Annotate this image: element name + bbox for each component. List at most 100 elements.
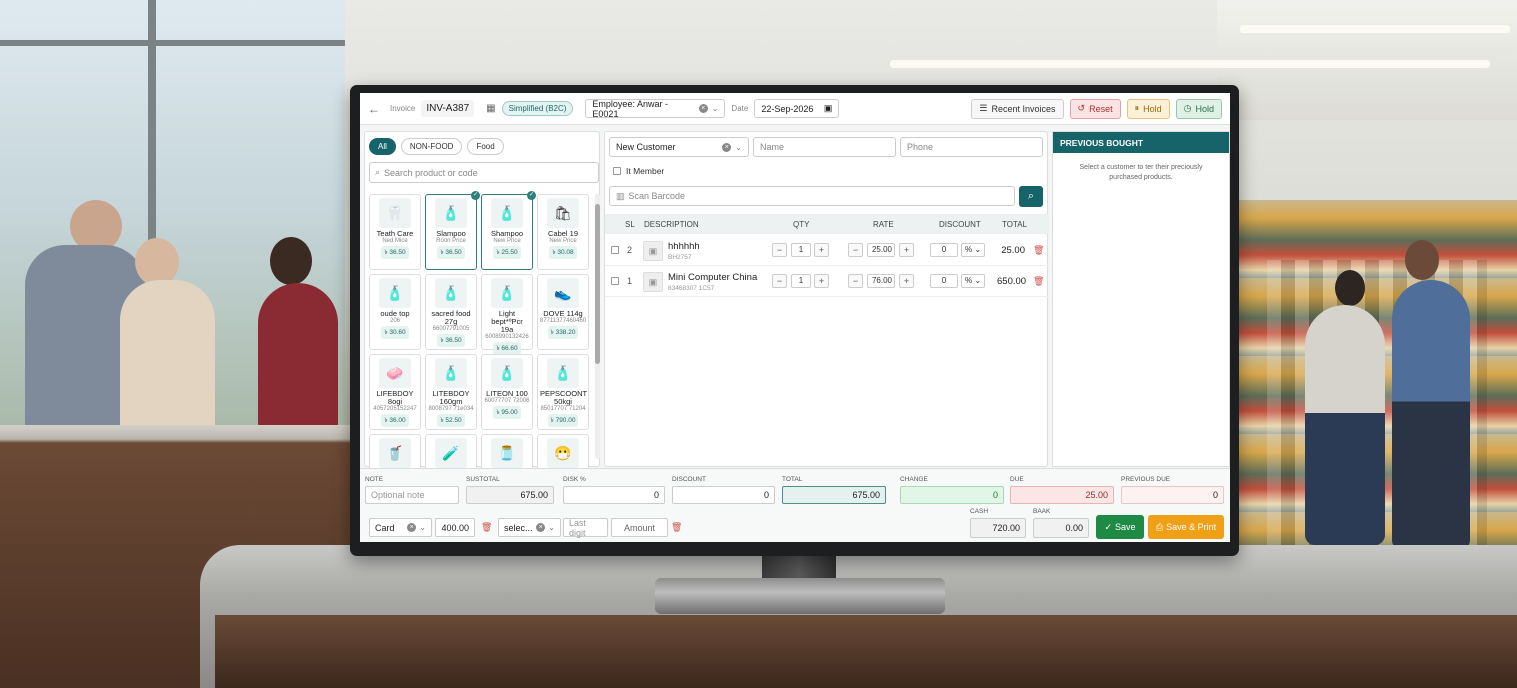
pause-icon: ⏸: [1134, 103, 1140, 113]
row-checkbox[interactable]: [611, 277, 619, 285]
product-card[interactable]: 🛍 Cabel 19 New Price ৳ 30.08: [537, 194, 589, 270]
cart-table-header: SL DESCRIPTION QTY RATE DISCOUNT TOTAL: [605, 214, 1049, 234]
date-value: 22-Sep-2026: [761, 103, 814, 114]
payment-method-value: Card: [375, 522, 395, 533]
reset-icon: ↺: [1077, 103, 1086, 113]
product-scrollbar[interactable]: [595, 194, 600, 459]
save-print-button[interactable]: ⎙ Save & Print: [1148, 515, 1224, 539]
note-input[interactable]: Optional note: [365, 486, 459, 504]
product-subtext: Ned Mice: [382, 238, 408, 244]
qty-minus-button[interactable]: −: [772, 243, 787, 257]
product-card[interactable]: 🦷 Teath Care Ned Mice ৳ 36.50: [369, 194, 421, 270]
discount-percent-input[interactable]: 0: [563, 486, 665, 504]
product-subtext: 60077707 72006: [484, 398, 530, 404]
hold-button[interactable]: ⏸ Hold: [1126, 98, 1170, 119]
product-card[interactable]: 🧴 sacred food 27g 66007791005 ৳ 36.50: [425, 274, 477, 350]
rate-minus-button[interactable]: −: [848, 243, 863, 257]
product-name: LIFEBDOY 8ogi: [376, 389, 414, 406]
printer-icon: ⎙: [1155, 521, 1164, 532]
rate-plus-button[interactable]: +: [899, 243, 914, 257]
product-name: LITEBDOY 160gm: [432, 389, 470, 406]
summary-bar: NOTE Optional note SUSTOTAL 675.00 DISK …: [360, 468, 1230, 542]
row-checkbox[interactable]: [611, 246, 619, 254]
last-digit-input[interactable]: Last digit: [563, 518, 608, 538]
table-row: 1 ▣ Mini Computer China 83468307 1C57−1 + −76…: [605, 267, 1049, 297]
product-name: Teath Care: [376, 229, 414, 238]
calendar-icon[interactable]: ▣: [824, 103, 833, 114]
tooth-icon: 🦷: [379, 198, 411, 228]
discount-input[interactable]: 0: [672, 486, 775, 504]
rate-minus-button[interactable]: −: [848, 274, 863, 288]
trash-icon[interactable]: 🗑: [671, 522, 682, 533]
back-arrow-icon[interactable]: ←: [368, 102, 384, 116]
row-product-name: hhhhhh: [668, 241, 700, 252]
product-card[interactable]: 🧼 LIFEBDOY 8ogi 4057205152247 ৳ 36.00: [369, 354, 421, 430]
qty-plus-button[interactable]: +: [814, 274, 829, 288]
bottle-icon: 🧴: [435, 198, 467, 228]
save-button[interactable]: ✓ Save: [1096, 515, 1144, 539]
product-card[interactable]: 🧴 LITEBDOY 160gm 8008797 71e034 ৳ 52.50: [425, 354, 477, 430]
product-card[interactable]: 🧴 Light bept*ºPcr 19a 6008990132426 ৳ 66.60: [481, 274, 533, 355]
search-placeholder: Search product or code: [384, 167, 478, 178]
trash-icon[interactable]: 🗑: [1033, 276, 1044, 287]
customer-name-input[interactable]: Name: [753, 137, 896, 157]
trash-icon[interactable]: 🗑: [481, 522, 492, 533]
clear-icon[interactable]: ×: [536, 523, 546, 532]
name-placeholder: Name: [760, 142, 785, 152]
member-checkbox[interactable]: [613, 167, 621, 175]
product-name: Shampoo: [490, 229, 524, 238]
invoice-mode-badge[interactable]: Simplified (B2C): [501, 101, 574, 116]
discount-type-select[interactable]: % ⌄: [961, 274, 985, 288]
customer-phone-input[interactable]: Phone: [900, 137, 1043, 157]
category-tabs: All NON-FOOD Food: [369, 138, 504, 155]
rate-plus-button[interactable]: +: [899, 274, 914, 288]
amount-input[interactable]: Amount: [611, 518, 668, 537]
barcode-input[interactable]: ▥ Scan Barcode: [609, 186, 1015, 206]
reset-button[interactable]: ↺ Reset: [1069, 98, 1121, 119]
clear-icon[interactable]: ×: [407, 523, 417, 532]
previous-bought-panel: PREVIOUS BOUGHT Select a customer to ter…: [1052, 131, 1230, 467]
product-name: Slampoo: [436, 229, 466, 238]
product-card[interactable]: ✓ 🧴 Shampoo New Price ৳ 25.50: [481, 191, 536, 270]
payment-amount-input[interactable]: 400.00: [435, 518, 475, 537]
payment-method-select-2[interactable]: selec... × ⌄: [498, 518, 561, 537]
employee-select[interactable]: Employee: Anwar - E0021 × ⌄: [585, 99, 726, 119]
product-name: sacred food 27g: [431, 309, 471, 326]
shopper-head: [135, 238, 179, 286]
product-search-input[interactable]: ⌕ Search product or code: [369, 162, 599, 183]
check-icon: ✓: [1104, 521, 1113, 532]
payment-method-select[interactable]: Card × ⌄: [369, 518, 432, 537]
rate-input[interactable]: 25.00: [867, 243, 895, 257]
member-checkbox-row[interactable]: It Member: [613, 166, 664, 176]
tab-all[interactable]: All: [369, 138, 396, 155]
row-sl: 1: [627, 276, 633, 286]
row-discount-input[interactable]: 0: [930, 274, 958, 288]
rate-input[interactable]: 76.00: [867, 274, 895, 288]
row-discount-input[interactable]: 0: [930, 243, 958, 257]
customer-select[interactable]: New Customer × ⌄: [609, 137, 749, 157]
product-card[interactable]: 🧴 PEPSCOONT 50kgi 85017707 71204 ৳ 790.00: [537, 354, 589, 430]
clear-icon[interactable]: ×: [722, 142, 732, 152]
qty-plus-button[interactable]: +: [814, 243, 829, 257]
barcode-search-button[interactable]: ⌕: [1019, 186, 1043, 207]
discount-type-select[interactable]: % ⌄: [961, 243, 985, 257]
product-card[interactable]: ✓ 🧴 Slampoo Roon Price ৳ 36.50: [425, 191, 480, 270]
recent-invoices-label: Recent Invoices: [991, 103, 1056, 114]
bottle-icon: 🧴: [379, 278, 411, 308]
date-input[interactable]: 22-Sep-2026 ▣: [754, 99, 840, 118]
tab-non-food[interactable]: NON-FOOD: [400, 138, 463, 155]
product-card[interactable]: 👟 DOVE 114g 87711377460460 ৳ 338.20: [537, 274, 589, 350]
tab-food[interactable]: Food: [467, 138, 504, 155]
qty-input[interactable]: 1: [791, 243, 811, 257]
recent-invoices-button[interactable]: ☰ Recent Invoices: [971, 98, 1064, 119]
product-card[interactable]: 🧴 oude top 206 ৳ 30.60: [369, 274, 421, 350]
row-product-code: 83468307 1C57: [668, 285, 715, 292]
qty-input[interactable]: 1: [791, 274, 811, 288]
grid-icon: ▦: [486, 103, 496, 114]
product-name: oude top: [380, 309, 410, 318]
qty-minus-button[interactable]: −: [772, 274, 787, 288]
hold-list-button[interactable]: ◷ Hold: [1175, 98, 1222, 119]
trash-icon[interactable]: 🗑: [1033, 245, 1044, 256]
clear-icon[interactable]: ×: [698, 104, 708, 113]
product-card[interactable]: 🧴 LITEON 100 60077707 72006 ৳ 95.00: [481, 354, 533, 430]
